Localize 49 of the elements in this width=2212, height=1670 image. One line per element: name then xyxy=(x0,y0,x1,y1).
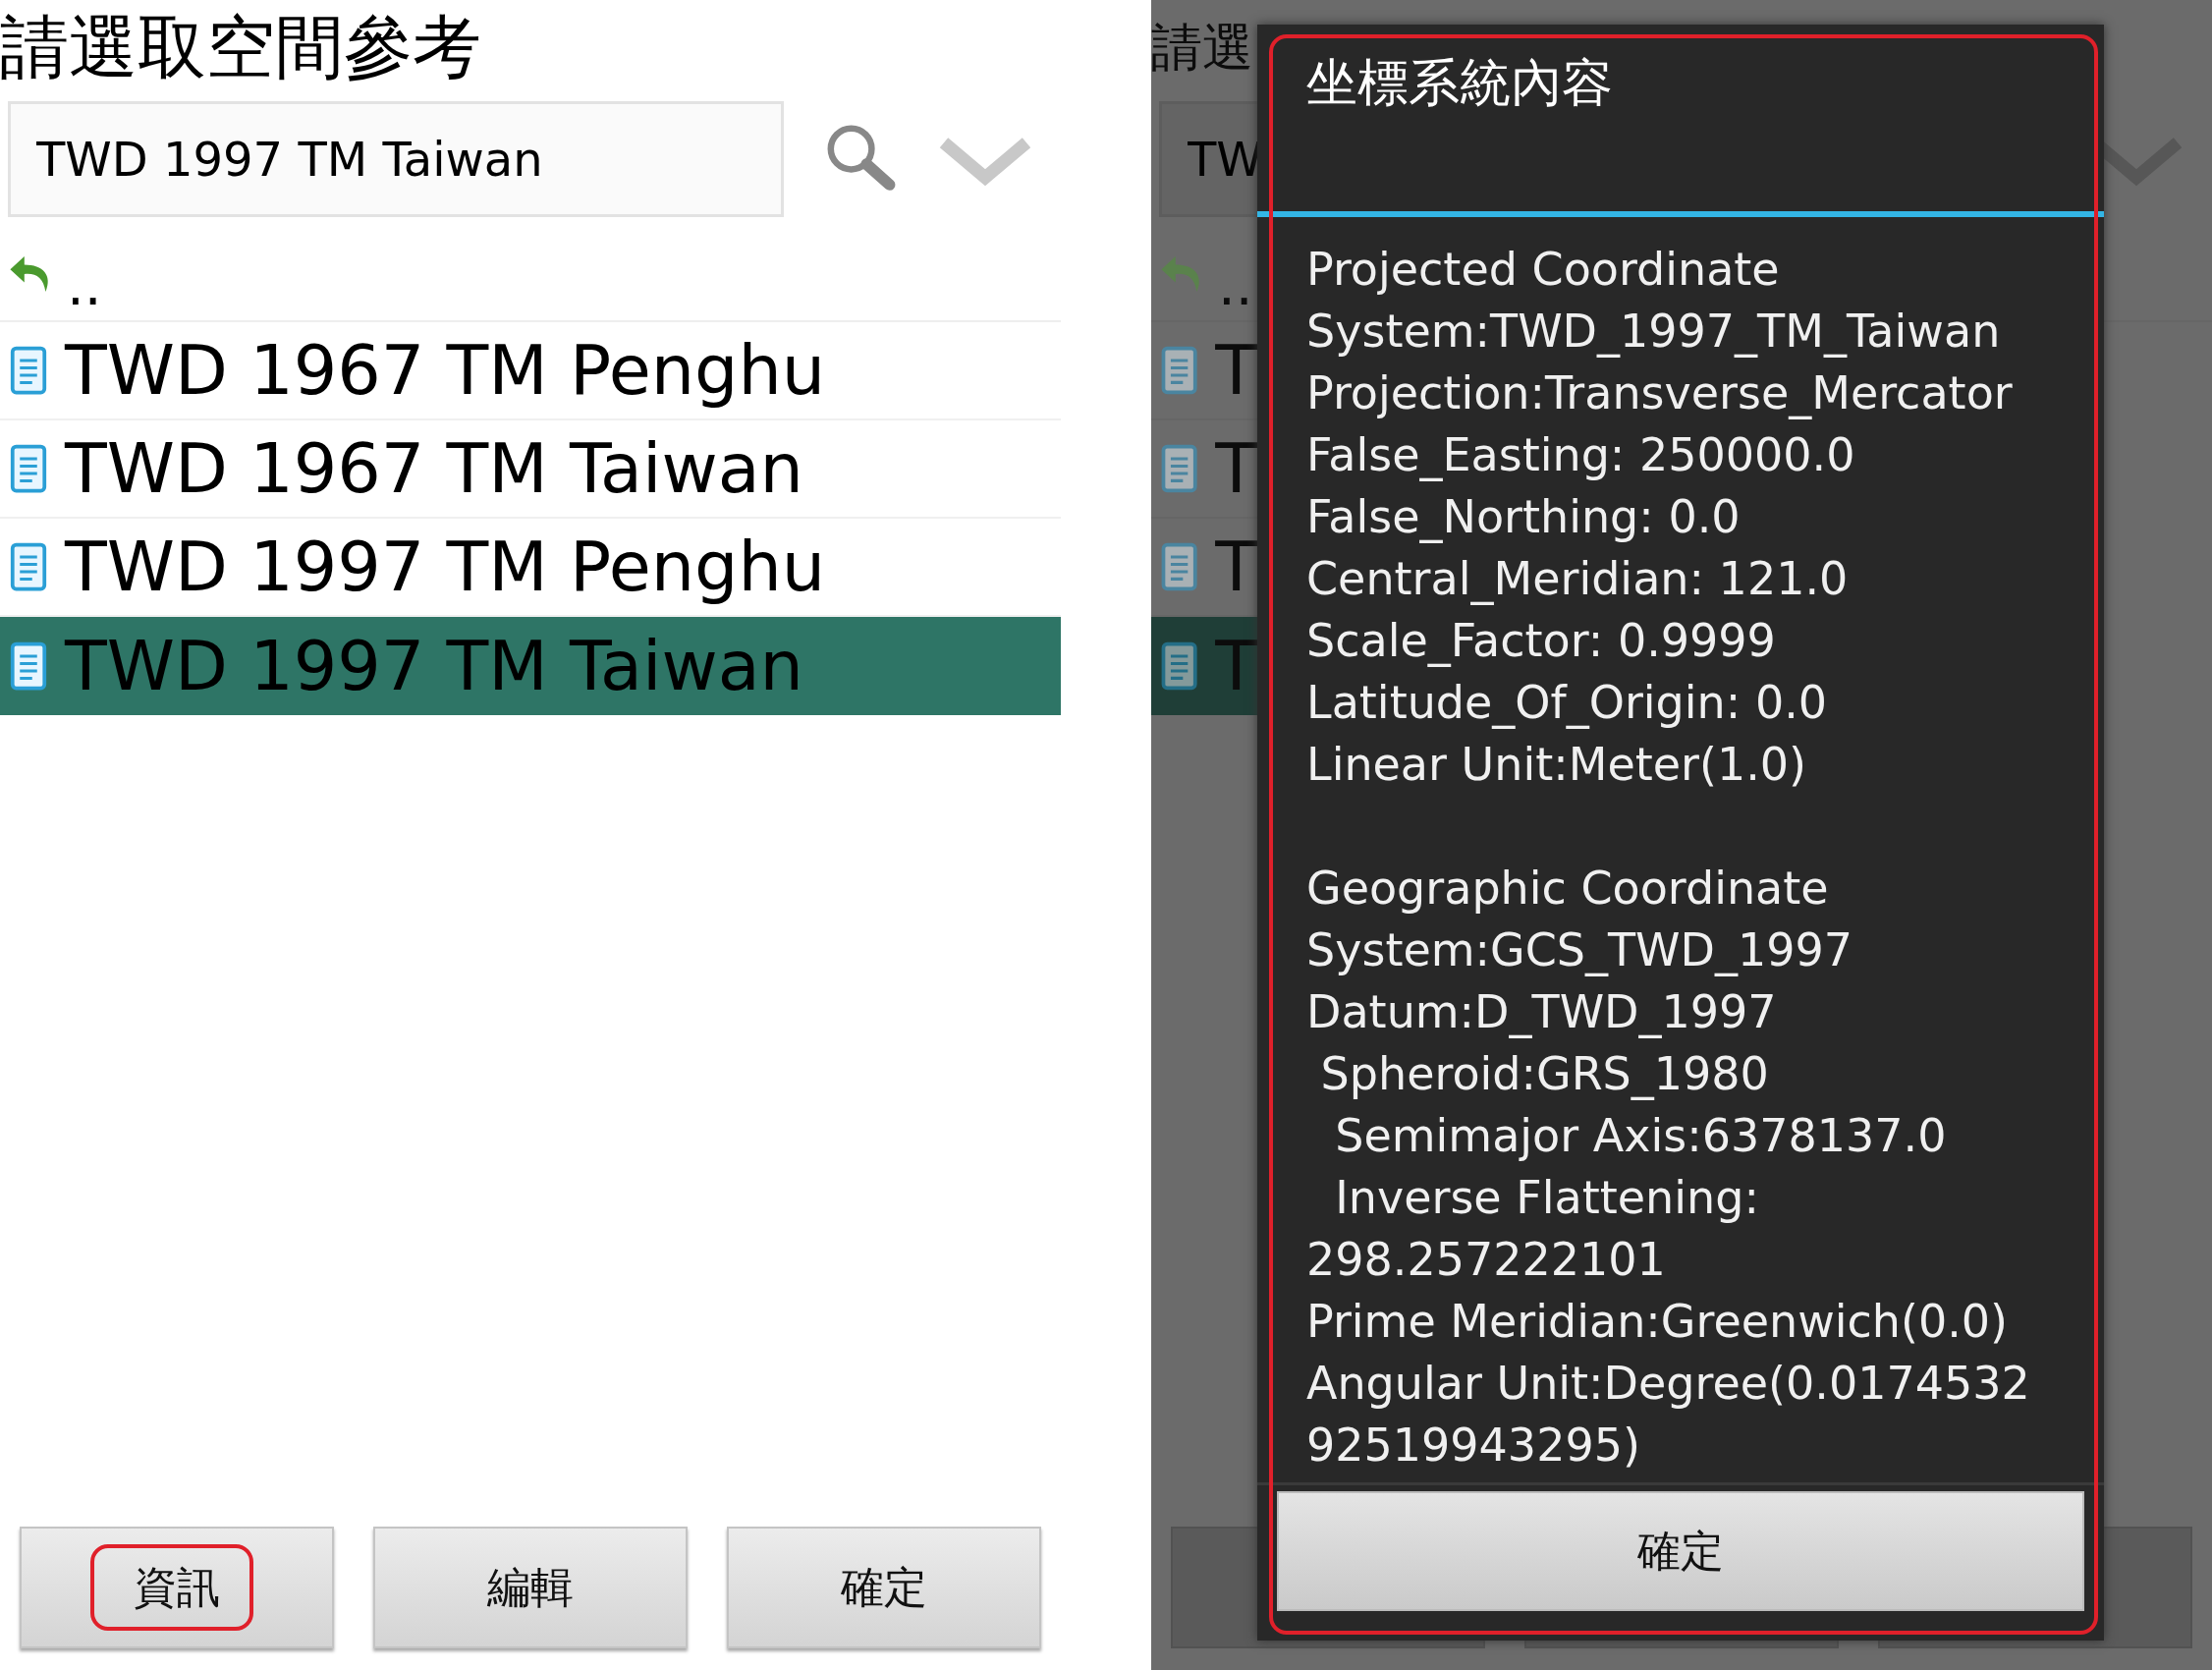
screen-title: 請選 xyxy=(1151,17,1254,79)
property-line: Prime Meridian:Greenwich(0.0) xyxy=(1306,1294,2010,1350)
document-icon xyxy=(1161,542,1198,591)
property-line: Datum:D_TWD_1997 xyxy=(1306,984,1778,1040)
property-line: False_Easting: 250000.0 xyxy=(1306,427,1856,483)
property-line: Spheroid:GRS_1980 xyxy=(1319,1046,1770,1102)
document-icon xyxy=(10,346,47,395)
property-line: 298.257222101 xyxy=(1306,1232,1667,1288)
item-label: TWD 1997 TM Penghu xyxy=(65,527,826,607)
property-line: Inverse Flattening: xyxy=(1334,1170,1760,1226)
document-icon xyxy=(10,444,47,493)
action-button[interactable]: 資訊 xyxy=(20,1527,334,1648)
item-label: T xyxy=(1215,428,1257,509)
property-line: Scale_Factor: 0.9999 xyxy=(1306,613,1777,669)
parent-folder-item[interactable]: .. xyxy=(1218,251,1253,320)
property-line: 92519943295) xyxy=(1306,1418,1641,1474)
property-line: System:TWD_1997_TM_Taiwan xyxy=(1306,304,2002,360)
property-line: Projected Coordinate xyxy=(1306,242,1781,298)
property-line: Central_Meridian: 121.0 xyxy=(1306,551,1850,607)
item-label: T xyxy=(1215,330,1257,411)
parent-folder-item[interactable]: .. xyxy=(67,251,102,320)
screen-title: 請選取空間參考 xyxy=(0,6,482,89)
item-label: T xyxy=(1215,527,1257,607)
document-icon xyxy=(10,542,47,591)
property-line: Projection:Transverse_Mercator xyxy=(1306,365,2014,421)
search-field[interactable]: TWD 1997 TM Taiwan xyxy=(8,101,784,217)
list-item[interactable]: T xyxy=(1151,322,1257,420)
action-button[interactable]: 編輯 xyxy=(373,1527,688,1648)
property-line: Angular Unit:Degree(0.0174532 xyxy=(1306,1356,2031,1412)
document-icon xyxy=(1161,444,1198,493)
property-line: Linear Unit:Meter(1.0) xyxy=(1306,737,1807,793)
list-item[interactable]: T xyxy=(1151,420,1257,519)
property-line: False_Northing: 0.0 xyxy=(1306,489,1742,545)
action-button[interactable]: 確定 xyxy=(727,1527,1041,1648)
item-label: TWD 1967 TM Penghu xyxy=(65,330,826,411)
item-label: TWD 1967 TM Taiwan xyxy=(65,428,803,509)
document-icon xyxy=(10,641,47,691)
document-icon xyxy=(1161,641,1198,691)
list-item[interactable]: TWD 1967 TM Taiwan xyxy=(0,420,1061,519)
list-item[interactable]: TWD 1967 TM Penghu xyxy=(0,322,1061,420)
ok-button[interactable]: 確定 xyxy=(1277,1491,2084,1611)
item-label: TWD 1997 TM Taiwan xyxy=(65,626,803,706)
list-item[interactable]: TWD 1997 TM Taiwan xyxy=(0,617,1061,715)
property-line: Semimajor Axis:6378137.0 xyxy=(1334,1108,1948,1164)
dialog-title: 坐標系統內容 xyxy=(1305,52,1614,114)
document-icon xyxy=(1161,346,1198,395)
property-line: System:GCS_TWD_1997 xyxy=(1306,922,1854,978)
property-line: Geographic Coordinate xyxy=(1306,861,1830,917)
property-line: Latitude_Of_Origin: 0.0 xyxy=(1306,675,1829,731)
